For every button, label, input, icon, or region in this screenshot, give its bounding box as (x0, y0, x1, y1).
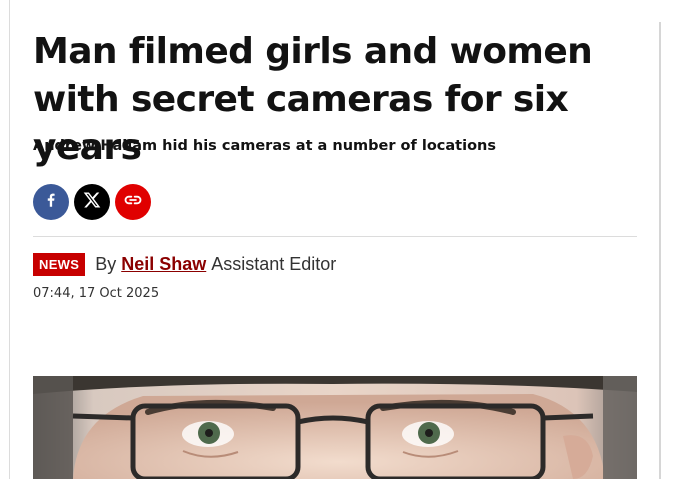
author-role: Assistant Editor (211, 254, 337, 274)
share-bar (33, 184, 151, 220)
category-badge[interactable]: NEWS (33, 253, 86, 276)
publish-date: 07:44, 17 Oct 2025 (33, 286, 160, 301)
divider (33, 236, 637, 237)
article-photo (33, 376, 637, 479)
share-facebook-button[interactable] (33, 184, 69, 220)
author-link[interactable]: Neil Shaw (121, 254, 206, 275)
x-icon (82, 190, 102, 214)
copy-link-button[interactable] (115, 184, 151, 220)
byline-prefix: By (95, 254, 117, 274)
facebook-icon (42, 191, 60, 213)
page-right-border (659, 22, 661, 479)
byline: NEWS By Neil Shaw Assistant Editor (33, 253, 336, 276)
standfirst: Andrew Hallam hid his cameras at a numbe… (33, 138, 496, 154)
page-left-border (9, 0, 10, 479)
link-icon (123, 190, 143, 214)
share-x-button[interactable] (74, 184, 110, 220)
